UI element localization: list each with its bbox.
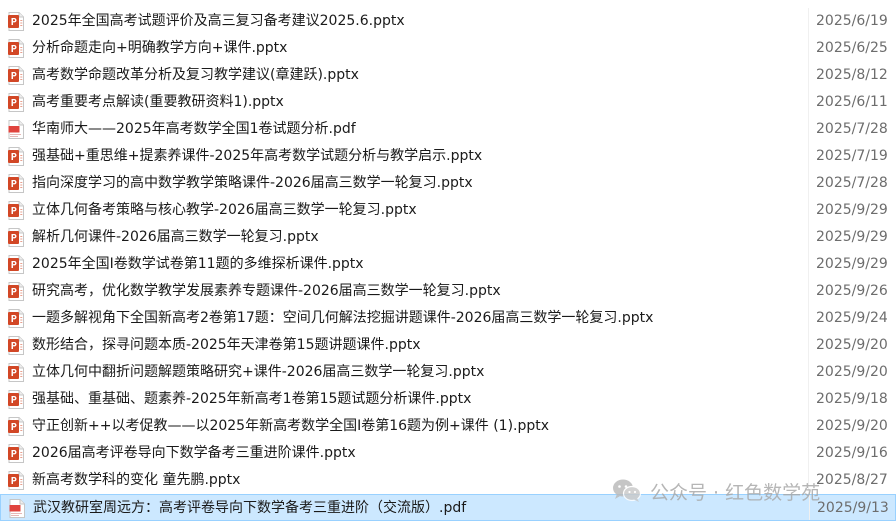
file-name: 强基础、重基础、题素养-2025年新高考1卷第15题试题分析课件.pptx: [32, 391, 472, 407]
column-separator: [808, 62, 809, 89]
file-name: 研究高考，优化数学教学发展素养专题课件-2026届高三数学一轮复习.pptx: [32, 283, 501, 299]
file-row[interactable]: 华南师大——2025年高考数学全国1卷试题分析.pdf 2025/7/28: [0, 116, 896, 143]
file-row[interactable]: 2025年全国Ⅰ卷数学试卷第11题的多维探析课件.pptx 2025/9/29: [0, 251, 896, 278]
file-name: 武汉教研室周远方：高考评卷导向下数学备考三重进阶（交流版）.pdf: [33, 500, 467, 516]
file-date: 2025/9/29: [816, 202, 888, 218]
file-date: 2025/6/11: [816, 94, 888, 110]
file-name: 华南师大——2025年高考数学全国1卷试题分析.pdf: [32, 121, 356, 137]
file-name: 立体几何中翻折问题解题策略研究+课件-2026届高三数学一轮复习.pptx: [32, 364, 485, 380]
file-row[interactable]: 2026届高考评卷导向下数学备考三重进阶课件.pptx 2025/9/16: [0, 440, 896, 467]
file-row[interactable]: 指向深度学习的高中数学教学策略课件-2026届高三数学一轮复习.pptx 2025…: [0, 170, 896, 197]
pptx-icon: [8, 147, 24, 166]
file-date: 2025/7/28: [816, 121, 888, 137]
pptx-icon: [8, 336, 24, 355]
file-row[interactable]: 数形结合，探寻问题本质-2025年天津卷第15题讲题课件.pptx 2025/9/…: [0, 332, 896, 359]
column-separator: [808, 224, 809, 251]
file-date: 2025/9/16: [816, 445, 888, 461]
file-date: 2025/6/19: [816, 13, 888, 29]
file-name: 一题多解视角下全国新高考2卷第17题：空间几何解法挖掘讲题课件-2026届高三数…: [32, 310, 654, 326]
file-date: 2025/8/12: [816, 67, 888, 83]
file-date: 2025/6/25: [816, 40, 888, 56]
file-date: 2025/7/19: [816, 148, 888, 164]
file-date: 2025/9/20: [816, 337, 888, 353]
pptx-icon: [8, 201, 24, 220]
file-row[interactable]: 强基础+重思维+提素养课件-2025年高考数学试题分析与教学启示.pptx 202…: [0, 143, 896, 170]
file-name: 守正创新++以考促教——以2025年新高考数学全国Ⅰ卷第16题为例+课件 (1)…: [32, 418, 550, 434]
column-separator: [808, 467, 809, 494]
file-row[interactable]: 守正创新++以考促教——以2025年新高考数学全国Ⅰ卷第16题为例+课件 (1)…: [0, 413, 896, 440]
file-row[interactable]: 分析命题走向+明确教学方向+课件.pptx 2025/6/25: [0, 35, 896, 62]
file-date: 2025/9/20: [816, 364, 888, 380]
column-separator: [808, 143, 809, 170]
pptx-icon: [8, 66, 24, 85]
file-name: 2025年全国Ⅰ卷数学试卷第11题的多维探析课件.pptx: [32, 256, 364, 272]
pptx-icon: [8, 471, 24, 490]
file-name: 强基础+重思维+提素养课件-2025年高考数学试题分析与教学启示.pptx: [32, 148, 483, 164]
column-separator: [808, 170, 809, 197]
file-name: 指向深度学习的高中数学教学策略课件-2026届高三数学一轮复习.pptx: [32, 175, 473, 191]
column-separator: [808, 116, 809, 143]
file-date: 2025/9/13: [817, 500, 889, 516]
pdf-icon: [8, 120, 24, 139]
file-date: 2025/9/29: [816, 256, 888, 272]
pptx-icon: [8, 282, 24, 301]
column-separator: [809, 495, 810, 520]
column-separator: [808, 89, 809, 116]
file-row[interactable]: 武汉教研室周远方：高考评卷导向下数学备考三重进阶（交流版）.pdf 2025/9/…: [0, 494, 896, 521]
file-name: 数形结合，探寻问题本质-2025年天津卷第15题讲题课件.pptx: [32, 337, 421, 353]
file-date: 2025/8/27: [816, 472, 888, 488]
file-date: 2025/9/26: [816, 283, 888, 299]
pptx-icon: [8, 444, 24, 463]
file-date: 2025/9/18: [816, 391, 888, 407]
file-name: 立体几何备考策略与核心教学-2026届高三数学一轮复习.pptx: [32, 202, 417, 218]
file-row[interactable]: 立体几何备考策略与核心教学-2026届高三数学一轮复习.pptx 2025/9/2…: [0, 197, 896, 224]
column-separator: [808, 251, 809, 278]
column-separator: [808, 332, 809, 359]
file-row[interactable]: 高考重要考点解读(重要教研资料1).pptx 2025/6/11: [0, 89, 896, 116]
file-row[interactable]: 立体几何中翻折问题解题策略研究+课件-2026届高三数学一轮复习.pptx 202…: [0, 359, 896, 386]
file-name: 分析命题走向+明确教学方向+课件.pptx: [32, 40, 288, 56]
pptx-icon: [8, 93, 24, 112]
file-row[interactable]: 一题多解视角下全国新高考2卷第17题：空间几何解法挖掘讲题课件-2026届高三数…: [0, 305, 896, 332]
file-row[interactable]: 解析几何课件-2026届高三数学一轮复习.pptx 2025/9/29: [0, 224, 896, 251]
file-name: 解析几何课件-2026届高三数学一轮复习.pptx: [32, 229, 319, 245]
file-date: 2025/9/20: [816, 418, 888, 434]
column-separator: [808, 8, 809, 35]
pptx-icon: [8, 228, 24, 247]
column-separator: [808, 359, 809, 386]
file-list: 2025年全国高考试题评价及高三复习备考建议2025.6.pptx 2025/6/…: [0, 8, 896, 521]
file-row[interactable]: 新高考数学科的变化 童先鹏.pptx 2025/8/27: [0, 467, 896, 494]
column-separator: [808, 305, 809, 332]
file-row[interactable]: 强基础、重基础、题素养-2025年新高考1卷第15题试题分析课件.pptx 202…: [0, 386, 896, 413]
file-date: 2025/7/28: [816, 175, 888, 191]
column-separator: [808, 386, 809, 413]
column-separator: [808, 413, 809, 440]
pptx-icon: [8, 390, 24, 409]
pptx-icon: [8, 39, 24, 58]
column-separator: [808, 440, 809, 467]
pptx-icon: [8, 12, 24, 31]
file-name: 2026届高考评卷导向下数学备考三重进阶课件.pptx: [32, 445, 356, 461]
file-name: 高考重要考点解读(重要教研资料1).pptx: [32, 94, 284, 110]
pptx-icon: [8, 309, 24, 328]
file-row[interactable]: 2025年全国高考试题评价及高三复习备考建议2025.6.pptx 2025/6/…: [0, 8, 896, 35]
column-separator: [808, 35, 809, 62]
file-row[interactable]: 高考数学命题改革分析及复习教学建议(章建跃).pptx 2025/8/12: [0, 62, 896, 89]
pptx-icon: [8, 363, 24, 382]
file-date: 2025/9/29: [816, 229, 888, 245]
pptx-icon: [8, 255, 24, 274]
file-name: 新高考数学科的变化 童先鹏.pptx: [32, 472, 241, 488]
file-name: 2025年全国高考试题评价及高三复习备考建议2025.6.pptx: [32, 13, 405, 29]
file-name: 高考数学命题改革分析及复习教学建议(章建跃).pptx: [32, 67, 359, 83]
pdf-icon: [9, 499, 25, 518]
file-row[interactable]: 研究高考，优化数学教学发展素养专题课件-2026届高三数学一轮复习.pptx 20…: [0, 278, 896, 305]
file-date: 2025/9/24: [816, 310, 888, 326]
pptx-icon: [8, 417, 24, 436]
column-separator: [808, 197, 809, 224]
pptx-icon: [8, 174, 24, 193]
column-separator: [808, 278, 809, 305]
